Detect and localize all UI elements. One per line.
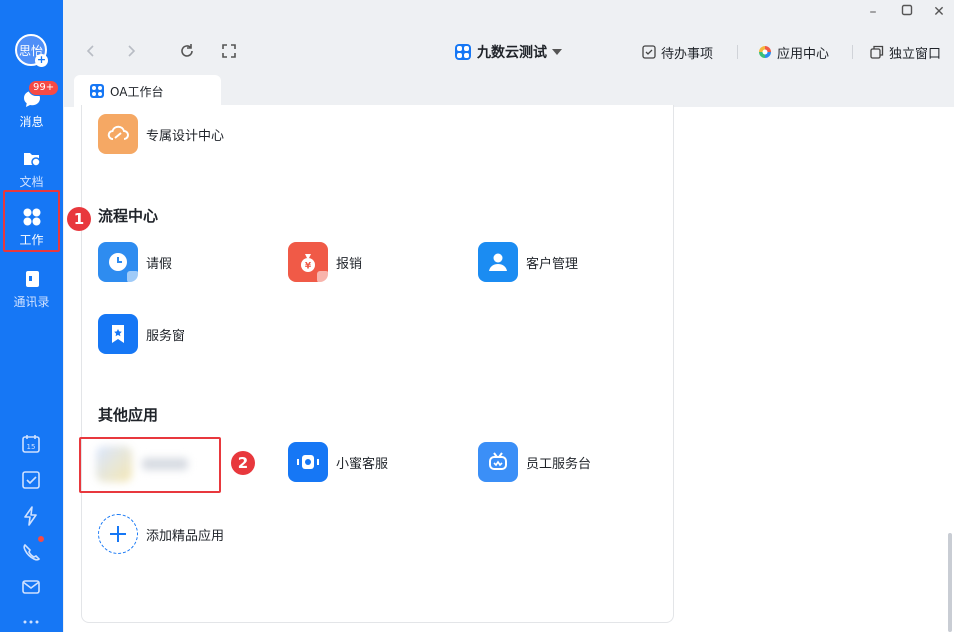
svg-text:¥: ¥ <box>305 262 312 272</box>
plus-icon <box>98 514 138 554</box>
app-label: 客户管理 <box>526 256 579 272</box>
svg-text:15: 15 <box>27 443 36 451</box>
standalone-window-button[interactable]: 独立窗口 <box>870 43 942 62</box>
app-logo-icon <box>90 84 104 98</box>
sidebar-item-label: 文档 <box>19 175 44 189</box>
folder-icon <box>23 153 41 167</box>
window-title-text: 九数云测试 <box>477 45 547 61</box>
tab-label: OA工作台 <box>110 84 164 99</box>
back-icon[interactable] <box>82 42 100 60</box>
app-employee-helpdesk[interactable]: 员工服务台 <box>478 442 591 482</box>
app-xiaomi-service[interactable]: 小蜜客服 <box>288 442 388 482</box>
bookmark-star-icon <box>98 314 138 354</box>
todo-label: 待办事项 <box>661 46 714 62</box>
app-label: 报销 <box>336 256 363 272</box>
app-service-window[interactable]: 服务窗 <box>98 314 185 354</box>
app-label: 员工服务台 <box>526 456 592 472</box>
forward-icon[interactable] <box>122 42 140 60</box>
money-bag-icon: ¥ <box>288 242 329 283</box>
sidebar-item-label: 通讯录 <box>13 295 50 309</box>
task-check-icon[interactable] <box>21 470 41 490</box>
phone-video-icon[interactable] <box>21 542 41 562</box>
standalone-window-label: 独立窗口 <box>889 46 942 62</box>
minimize-icon[interactable]: – <box>865 4 881 20</box>
app-label: 服务窗 <box>146 328 186 344</box>
scrollbar[interactable] <box>948 533 952 632</box>
tab-oa-workbench[interactable]: OA工作台 <box>74 75 221 107</box>
checkbox-icon <box>642 45 656 59</box>
divider <box>852 45 853 59</box>
refresh-icon[interactable] <box>178 42 196 60</box>
avatar[interactable]: 思怡 + <box>15 34 48 67</box>
calendar-icon[interactable]: 15 <box>21 434 41 454</box>
app-label: 专属设计中心 <box>146 128 225 144</box>
add-icon: + <box>35 53 48 67</box>
todo-button[interactable]: 待办事项 <box>642 43 714 62</box>
close-icon[interactable]: ✕ <box>931 4 947 20</box>
app-label: 请假 <box>146 256 173 272</box>
fullscreen-icon[interactable] <box>220 42 238 60</box>
app-leave[interactable]: 请假 <box>98 242 173 283</box>
add-app-button[interactable]: 添加精品应用 <box>98 514 224 554</box>
sidebar-item-messages[interactable]: 99+ 消息 <box>0 80 63 136</box>
section-title-other-apps: 其他应用 <box>98 406 159 424</box>
app-center-button[interactable]: 应用中心 <box>758 43 830 62</box>
app-logo-icon <box>455 44 471 60</box>
sidebar-item-docs[interactable]: 文档 <box>0 144 63 196</box>
helpdesk-icon <box>478 442 518 482</box>
person-icon <box>478 242 518 282</box>
download-icon <box>127 271 139 283</box>
highlight-box-work <box>3 190 60 252</box>
app-customer-management[interactable]: 客户管理 <box>478 242 578 282</box>
app-center-icon <box>759 46 771 58</box>
window-title[interactable]: 九数云测试 <box>455 42 562 62</box>
more-icon[interactable] <box>21 612 41 632</box>
sidebar-item-label: 消息 <box>19 115 44 129</box>
chevron-down-icon <box>552 49 562 55</box>
highlight-box-app <box>79 437 221 493</box>
mail-icon[interactable] <box>21 577 41 597</box>
app-reimbursement[interactable]: ¥ 报销 <box>288 242 363 283</box>
clock-icon <box>98 242 139 283</box>
divider <box>737 45 738 59</box>
window-icon <box>870 45 884 59</box>
maximize-icon[interactable] <box>899 4 915 20</box>
notification-dot <box>38 536 44 542</box>
unread-badge: 99+ <box>28 80 60 96</box>
left-rail: 思怡 + 99+ 消息 文档 工作 通讯录 15 <box>0 0 63 632</box>
app-design-center[interactable]: 专属设计中心 <box>98 114 224 154</box>
section-title-process: 流程中心 <box>98 207 159 225</box>
app-label: 小蜜客服 <box>336 456 389 472</box>
sidebar-item-contacts[interactable]: 通讯录 <box>0 264 63 316</box>
callout-number-1: 1 <box>67 207 91 231</box>
lightning-icon[interactable] <box>21 506 41 526</box>
app-center-label: 应用中心 <box>777 46 830 62</box>
contacts-book-icon <box>25 271 39 287</box>
add-app-label: 添加精品应用 <box>146 528 225 544</box>
download-icon <box>317 271 329 283</box>
callout-number-2: 2 <box>231 451 255 475</box>
service-robot-icon <box>288 442 328 482</box>
cloud-design-icon <box>98 114 138 154</box>
